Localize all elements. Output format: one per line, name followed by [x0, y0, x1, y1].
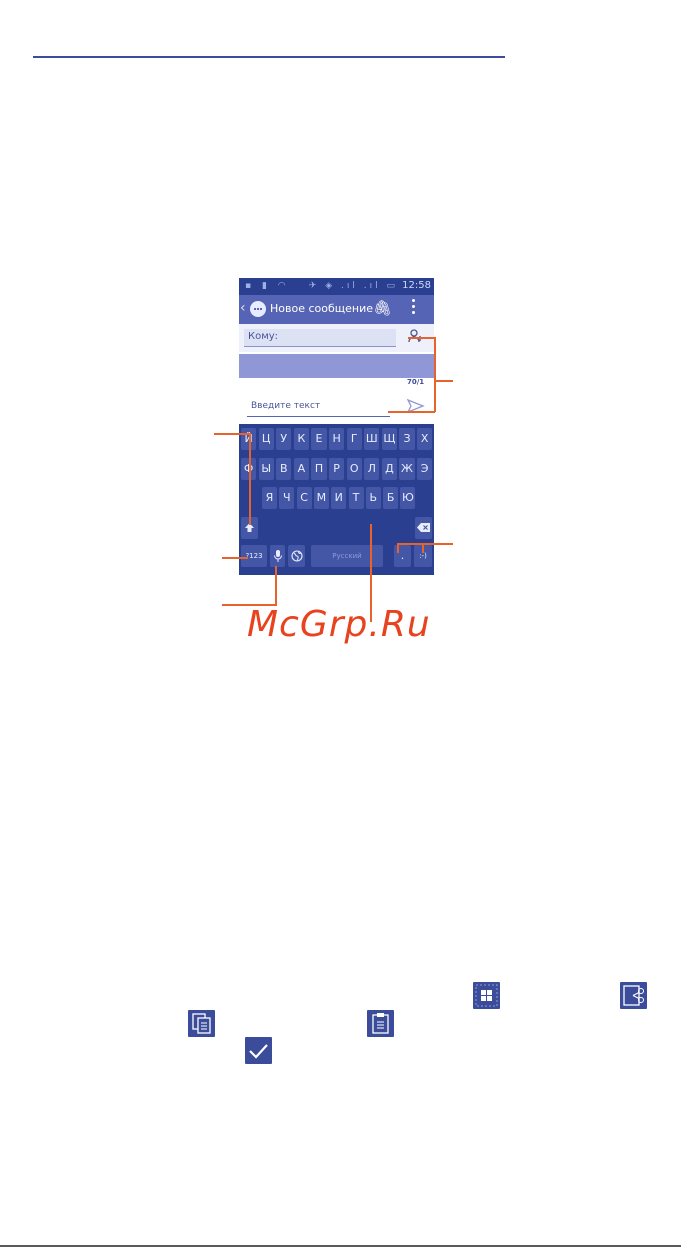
key-Л[interactable]: Л: [364, 458, 380, 480]
select-all-icon: [473, 982, 500, 1009]
send-icon[interactable]: [406, 398, 425, 417]
attach-icon[interactable]: 🖇: [373, 299, 392, 317]
symbols-key[interactable]: ?123: [241, 545, 267, 567]
recipient-label: Кому:: [248, 331, 279, 342]
action-bar: ‹ Новое сообщение 🖇: [239, 295, 434, 324]
key-Э[interactable]: Э: [417, 458, 433, 480]
recipient-row: Кому:: [239, 324, 434, 352]
key-Ы[interactable]: Ы: [258, 458, 274, 480]
key-А[interactable]: А: [293, 458, 309, 480]
key-Ж[interactable]: Ж: [399, 458, 415, 480]
screen-title: Новое сообщение: [270, 302, 374, 315]
callout-line: [434, 337, 436, 412]
key-З[interactable]: З: [399, 428, 415, 450]
key-Г[interactable]: Г: [346, 428, 362, 450]
key-Ц[interactable]: Ц: [258, 428, 274, 450]
callout-line: [275, 566, 277, 606]
callout-line: [214, 433, 250, 435]
notification-icons: ▪ ▮ ◠: [245, 281, 290, 291]
status-bar: ▪ ▮ ◠ ✈ ◈ .ıl .ıl ▭ 12:58: [239, 278, 434, 295]
key-М[interactable]: М: [313, 487, 329, 509]
key-Ь[interactable]: Ь: [365, 487, 381, 509]
done-checkmark-icon: [245, 1037, 272, 1064]
character-counter: 70/1: [407, 378, 425, 386]
key-Р[interactable]: Р: [329, 458, 345, 480]
phone-screenshot: ▪ ▮ ◠ ✈ ◈ .ıl .ıl ▭ 12:58 ‹ Новое сообще…: [239, 278, 434, 575]
cut-icon: [620, 982, 647, 1009]
callout-line: [222, 557, 248, 559]
voice-input-key[interactable]: [270, 545, 285, 567]
signal-icons: ✈ ◈ .ıl .ıl ▭: [308, 281, 398, 291]
key-Д[interactable]: Д: [381, 458, 397, 480]
key-П[interactable]: П: [311, 458, 327, 480]
key-Н[interactable]: Н: [329, 428, 345, 450]
callout-line: [397, 543, 453, 545]
key-Ч[interactable]: Ч: [279, 487, 295, 509]
conversation-area: [239, 354, 434, 378]
message-placeholder: Введите текст: [251, 401, 321, 411]
status-time: 12:58: [402, 280, 431, 291]
callout-line: [249, 433, 251, 525]
callout-line: [435, 380, 453, 382]
bottom-rule: [0, 1245, 681, 1247]
recipient-input[interactable]: Кому:: [244, 329, 396, 347]
paste-icon: [367, 1010, 394, 1037]
key-Е[interactable]: Е: [311, 428, 327, 450]
copy-icon: [188, 1010, 215, 1037]
key-О[interactable]: О: [346, 458, 362, 480]
space-key[interactable]: Русский: [311, 545, 383, 567]
backspace-key[interactable]: [415, 517, 432, 539]
messaging-app-icon: [250, 301, 266, 317]
back-chevron-icon[interactable]: ‹: [240, 300, 246, 316]
language-globe-key[interactable]: [288, 545, 305, 567]
key-Щ[interactable]: Щ: [381, 428, 397, 450]
key-В[interactable]: В: [276, 458, 292, 480]
key-Ю[interactable]: Ю: [400, 487, 416, 509]
key-Я[interactable]: Я: [262, 487, 277, 509]
key-Т[interactable]: Т: [348, 487, 364, 509]
key-К[interactable]: К: [293, 428, 309, 450]
key-Ш[interactable]: Ш: [364, 428, 380, 450]
key-У[interactable]: У: [276, 428, 292, 450]
keyboard: ЙЦУКЕНГШЩЗХ ФЫВАПРОЛДЖЭ ЯЧСМИТЬБЮ ?123 Р…: [239, 424, 434, 575]
callout-line: [408, 337, 435, 339]
key-Б[interactable]: Б: [383, 487, 399, 509]
watermark: McGrp.Ru: [247, 604, 431, 645]
key-И[interactable]: И: [331, 487, 347, 509]
callout-line: [388, 411, 435, 413]
key-С[interactable]: С: [296, 487, 312, 509]
message-input[interactable]: Введите текст: [247, 400, 390, 417]
callout-line: [422, 543, 424, 553]
top-rule: [33, 56, 505, 58]
overflow-menu-icon[interactable]: [412, 299, 416, 317]
key-Х[interactable]: Х: [417, 428, 433, 450]
